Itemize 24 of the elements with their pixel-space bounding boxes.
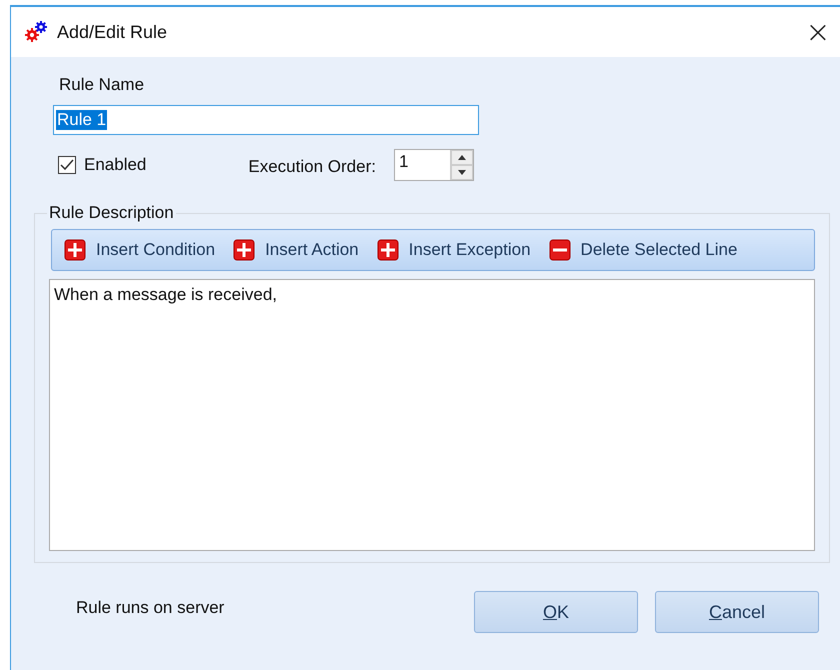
checkbox-label: Enabled xyxy=(84,155,146,175)
up-arrow-icon xyxy=(458,155,466,160)
plus-icon xyxy=(233,239,256,261)
close-button[interactable]: × xyxy=(798,12,838,52)
plus-icon xyxy=(376,239,399,261)
status-text: Rule runs on server xyxy=(76,598,226,618)
minus-icon xyxy=(548,239,571,261)
ok-button[interactable]: OK xyxy=(474,591,638,633)
execution-order-spinner[interactable]: 1 xyxy=(394,149,474,181)
cancel-button[interactable]: Cancel xyxy=(655,591,819,633)
toolbar-button[interactable]: Insert Action xyxy=(233,239,359,261)
gears-icon xyxy=(23,19,49,45)
rule-text-area[interactable]: When a message is received, xyxy=(49,279,815,551)
rule-name-field[interactable]: Rule 1 xyxy=(53,105,479,135)
field-label: Rule Name xyxy=(59,75,146,95)
window-title: Add/Edit Rule xyxy=(57,22,168,42)
toolbar-button[interactable]: Insert Condition xyxy=(64,239,216,261)
enabled-checkbox[interactable] xyxy=(58,156,76,174)
plus-icon xyxy=(64,239,86,261)
toolbar-button[interactable]: Insert Exception xyxy=(376,239,531,261)
down-arrow-icon xyxy=(458,170,466,175)
toolbar-button[interactable]: Delete Selected Line xyxy=(548,239,738,261)
group-label: Rule Description xyxy=(48,203,175,223)
field-label: Execution Order: xyxy=(248,157,376,177)
